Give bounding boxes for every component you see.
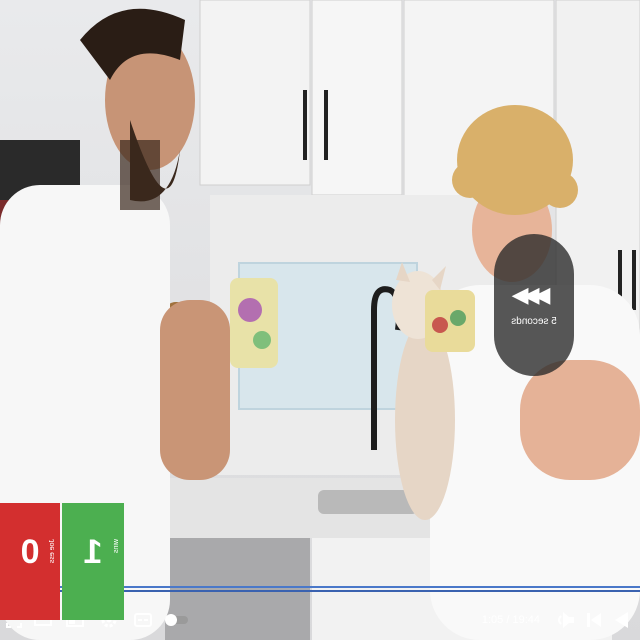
time-display: 1:05 / 19:44 <box>482 614 540 626</box>
score-panel-right: 1 wins <box>62 503 124 620</box>
skip-next-icon[interactable] <box>582 606 606 634</box>
score-panel-left: 0 Joe ess <box>0 503 60 620</box>
duration: 19:44 <box>512 614 540 626</box>
captions-icon[interactable] <box>130 606 156 634</box>
video-player[interactable]: ▶▶▶ 5 seconds 1:05 / 19:44 0 Joe ess 1 w… <box>0 0 640 640</box>
volume-icon[interactable] <box>552 606 578 634</box>
left-team-label: Joe ess <box>49 539 56 564</box>
play-icon[interactable] <box>610 606 634 634</box>
seek-label: 5 seconds <box>511 315 557 327</box>
seek-indicator: ▶▶▶ 5 seconds <box>494 234 574 376</box>
fast-forward-icon: ▶▶▶ <box>517 281 551 307</box>
current-time: 1:05 <box>481 614 504 626</box>
autoplay-toggle-icon[interactable] <box>158 606 194 634</box>
right-team-label: wins <box>113 539 120 554</box>
